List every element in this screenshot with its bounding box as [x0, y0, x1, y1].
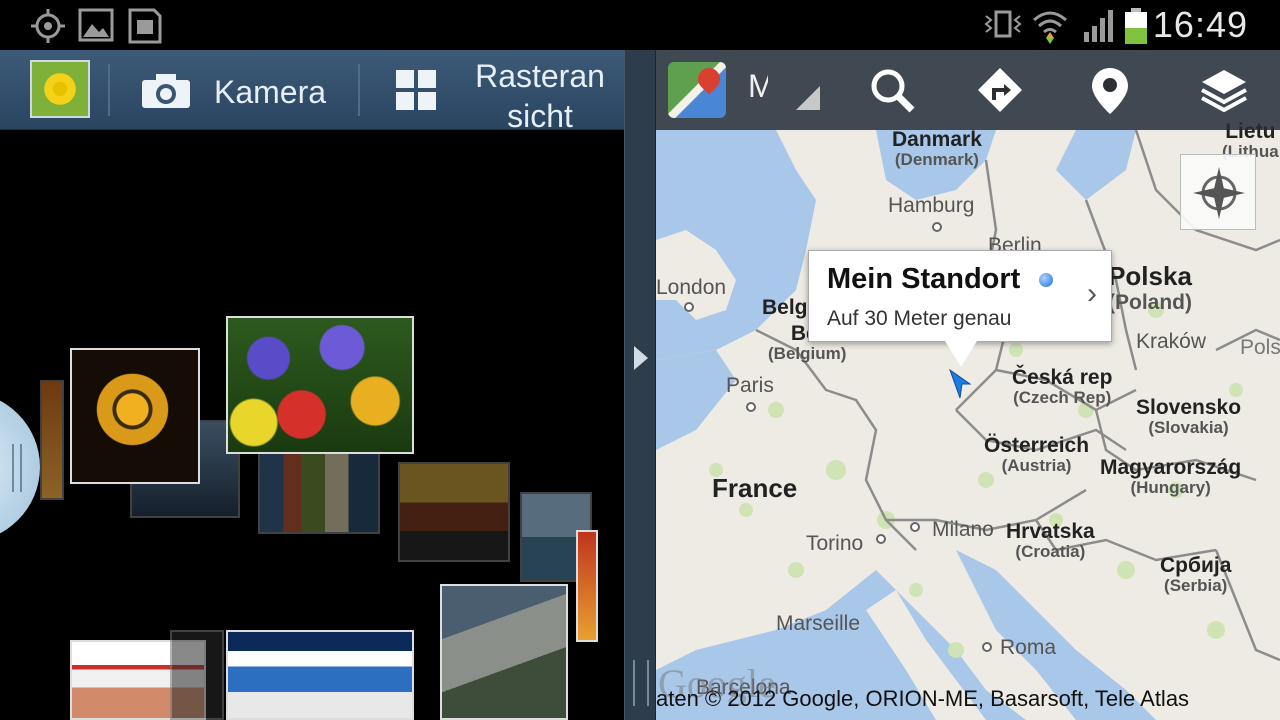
action-bar-divider: [358, 64, 360, 116]
map-label-country: Danmark (Denmark): [892, 128, 982, 170]
photo-thumbnail[interactable]: [258, 452, 380, 534]
compass-icon: [1193, 167, 1245, 219]
country-name: Magyarország: [1100, 456, 1242, 479]
map-pin-icon: [693, 63, 725, 95]
city-marker: [910, 522, 920, 532]
places-pin-icon[interactable]: [1088, 66, 1132, 116]
layers-icon[interactable]: [1200, 66, 1248, 114]
map-label-country: Belgi: [762, 296, 813, 319]
country-name: France: [712, 473, 798, 503]
map-label-city: Paris: [726, 374, 774, 397]
country-name-english: (Austria): [1001, 456, 1072, 476]
country-name-english: (Croatia): [1015, 542, 1086, 562]
country-name-english: (Czech Rep): [1013, 388, 1112, 408]
country-name-english: (Serbia): [1164, 576, 1228, 596]
grid-view-icon[interactable]: [394, 68, 438, 112]
map-label-country: Česká rep (Czech Rep): [1012, 366, 1112, 408]
my-location-arrow-icon: [949, 368, 972, 399]
city-marker: [982, 642, 992, 652]
photo-carousel[interactable]: [0, 130, 624, 720]
map-label-city: Marseille: [776, 612, 861, 635]
action-bar-divider: [108, 64, 110, 116]
map-label-country: Österreich (Austria): [984, 434, 1089, 476]
carousel-drag-handle[interactable]: [0, 392, 40, 542]
maps-action-bar: M: [656, 50, 1280, 130]
search-icon[interactable]: [868, 66, 916, 114]
battery-icon: [1125, 8, 1147, 44]
city-marker: [876, 534, 886, 544]
callout-title: Mein Standort: [827, 263, 1021, 295]
map-label-city: Roma: [1000, 636, 1057, 659]
map-label-country: Magyarország (Hungary): [1100, 456, 1241, 498]
photo-thumbnail[interactable]: [440, 584, 568, 720]
my-location-callout[interactable]: Mein Standort Auf 30 Meter genau ›: [808, 250, 1112, 367]
map-label-city: Pols: [1240, 336, 1280, 359]
google-maps-logo[interactable]: [668, 62, 726, 118]
location-dot-icon: [1039, 273, 1053, 287]
gps-icon: [31, 9, 65, 43]
clock: 16:49: [1152, 4, 1248, 45]
dropdown-caret-icon[interactable]: [796, 86, 820, 110]
city-marker: [746, 402, 756, 412]
city-marker: [684, 302, 694, 312]
wifi-icon: [1033, 11, 1067, 44]
photo-thumbnail[interactable]: [70, 348, 200, 484]
directions-icon[interactable]: [976, 66, 1024, 114]
gallery-action-bar: Kamera Rasteran sicht: [0, 50, 624, 134]
callout-accuracy: Auf 30 Meter genau: [827, 307, 1012, 330]
photo-thumbnail[interactable]: [576, 530, 598, 642]
country-name: Belgi: [762, 296, 814, 319]
drag-grip-icon: [12, 444, 22, 492]
status-bar: 16:49: [0, 0, 1280, 50]
maps-pane[interactable]: Danmark(Denmark) Polska(Poland) Belgi Be…: [656, 50, 1280, 720]
vibrate-icon: [984, 10, 1022, 38]
photo-thumbnail[interactable]: [226, 316, 414, 454]
signal-icon: [1084, 10, 1113, 42]
callout-tail: [945, 341, 977, 367]
photo-thumbnail[interactable]: [226, 630, 414, 720]
country-name: Polska: [1108, 261, 1192, 291]
gallery-notification-icon: [78, 8, 114, 42]
photo-thumbnail[interactable]: [398, 462, 510, 562]
country-name-english: (Denmark): [894, 150, 979, 170]
country-name-english: (Hungary): [1130, 478, 1211, 498]
multi-window-divider[interactable]: [624, 50, 656, 720]
country-name: Österreich: [984, 434, 1090, 457]
photo-thumbnail[interactable]: [170, 630, 224, 720]
compass-button[interactable]: [1180, 154, 1256, 230]
country-name: Hrvatska: [1006, 520, 1095, 543]
map-label-country: Србија (Serbia): [1160, 554, 1231, 596]
city-marker: [932, 222, 942, 232]
country-name: Slovensko: [1136, 396, 1242, 419]
country-name-english: (Poland): [1108, 290, 1192, 314]
map-label-city: London: [656, 276, 727, 299]
grid-view-label-line1: Rasteran: [475, 58, 605, 94]
country-name: Danmark: [892, 128, 982, 151]
map-label-city: Kraków: [1136, 330, 1207, 353]
map-label-country: Polska (Poland): [1108, 262, 1192, 314]
sd-card-icon: [128, 8, 162, 44]
gallery-pane[interactable]: Kamera Rasteran sicht: [0, 50, 624, 720]
grid-view-button-label[interactable]: Rasteran sicht: [472, 56, 608, 136]
gallery-app-icon[interactable]: [30, 60, 90, 118]
map-copyright: aten © 2012 Google, ORION-ME, Basarsoft,…: [656, 686, 1190, 711]
map-label-city: Milano: [932, 518, 994, 541]
map-label-city: Hamburg: [888, 194, 975, 217]
photo-thumbnail[interactable]: [40, 380, 64, 500]
country-name: Česká rep: [1012, 366, 1113, 389]
screen: 16:49 Kamera Rasteran sicht Danmark (Den…: [0, 0, 1280, 720]
map-label-city: Torino: [806, 532, 864, 555]
map-label-country: Hrvatska (Croatia): [1006, 520, 1095, 562]
camera-button-label[interactable]: Kamera: [214, 74, 326, 111]
country-name: Србија: [1160, 554, 1232, 577]
expand-arrow-icon[interactable]: [634, 346, 648, 370]
chevron-right-icon[interactable]: ›: [1087, 277, 1097, 311]
country-name-english: (Belgium): [768, 344, 847, 364]
camera-icon[interactable]: [140, 72, 192, 110]
map-label-country: France: [712, 474, 797, 503]
map-label-country: Slovensko (Slovakia): [1136, 396, 1241, 438]
country-name-english: (Slovakia): [1148, 418, 1229, 438]
divider-grip-icon[interactable]: [633, 660, 649, 706]
maps-title[interactable]: M: [748, 68, 768, 105]
